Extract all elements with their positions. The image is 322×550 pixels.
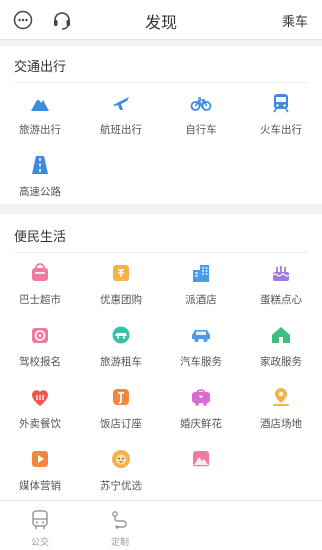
grid-item-label: 高速公路 (19, 186, 61, 198)
grid-item-train[interactable]: 火车出行 (241, 92, 321, 137)
grid-item-bus-supermarket[interactable]: 巴士超市 (0, 262, 80, 307)
grid-item-bicycle[interactable]: 自行车 (161, 92, 241, 137)
shop-basket-icon (32, 263, 48, 281)
grid-item-label: 航班出行 (100, 124, 142, 136)
grid-item-label: 巴士超市 (19, 294, 61, 306)
grid-item-label: 驾校报名 (19, 356, 61, 368)
grid-item-group-buy[interactable]: 优惠团购 (81, 262, 161, 307)
tab-label: 定制 (110, 538, 129, 548)
train-icon (273, 94, 289, 113)
grid-item-label: 饭店订座 (100, 418, 142, 430)
top-bar: 发现 乘车 (0, 0, 322, 40)
bus-icon (32, 510, 48, 529)
coupon-icon (113, 265, 129, 281)
bicycle-icon (190, 97, 212, 111)
route-icon (112, 511, 127, 529)
grid-item-label: 火车出行 (260, 124, 302, 136)
tab-bus[interactable]: 公交 (10, 509, 70, 548)
grid-item-label: 家政服务 (260, 356, 302, 368)
section-title: 便民生活 (14, 230, 67, 245)
tab-custom[interactable]: 定制 (90, 509, 150, 548)
grid-item-takeaway[interactable]: 外卖餐饮 (0, 386, 80, 431)
grid-item-tour-rental[interactable]: 旅游租车 (81, 324, 161, 369)
grid-item-label: 旅游租车 (100, 356, 142, 368)
transport-section: 交通出行 旅游出行 航班出行 自行车 火车出行 高速公路 (0, 46, 322, 204)
grid-item-label: 派酒店 (185, 294, 217, 306)
page-title: 发现 (144, 13, 177, 32)
grid-item-label: 婚庆鲜花 (180, 418, 222, 430)
section-title: 交通出行 (14, 60, 67, 75)
hotel-building-icon (193, 265, 209, 282)
wedding-car-icon (192, 389, 210, 406)
grid-item-highway[interactable]: 高速公路 (0, 154, 80, 199)
grid-item-label: 酒店场地 (260, 418, 302, 430)
grid-item-tourism[interactable]: 旅游出行 (0, 92, 80, 137)
mountain-icon (31, 98, 49, 111)
grid-item-restaurant-booking[interactable]: 饭店订座 (81, 386, 161, 431)
grid-item-label: 媒体营销 (19, 480, 61, 492)
grid-item-hotel-venue[interactable]: 酒店场地 (241, 386, 321, 431)
food-delivery-icon (32, 390, 48, 406)
grid-item-flight[interactable]: 航班出行 (81, 92, 161, 137)
grid-item-wedding-flowers[interactable]: 婚庆鲜花 (161, 386, 241, 431)
lion-icon (112, 450, 130, 468)
highway-icon (32, 156, 48, 174)
tab-label: 公交 (30, 538, 49, 548)
car-icon (192, 330, 210, 342)
divider (14, 252, 308, 253)
house-icon (272, 327, 290, 343)
ride-button[interactable]: 乘车 (282, 11, 308, 30)
grid-item-cake[interactable]: 蛋糕点心 (241, 262, 321, 307)
divider (14, 82, 308, 83)
grid-item-housekeeping[interactable]: 家政服务 (241, 324, 321, 369)
driving-school-icon (32, 328, 48, 343)
grid-item-label: 蛋糕点心 (260, 294, 302, 306)
grid-item-car-service[interactable]: 汽车服务 (161, 324, 241, 369)
grid-item-label: 旅游出行 (19, 124, 61, 136)
grid-item-label: 汽车服务 (180, 356, 222, 368)
cake-icon (272, 266, 290, 281)
globe-car-icon (112, 326, 130, 344)
media-play-icon (32, 451, 48, 467)
grid-item-label: 自行车 (185, 124, 217, 136)
grid-item-driving-school[interactable]: 驾校报名 (0, 324, 80, 369)
grid-item-media-marketing[interactable]: 媒体营销 (0, 448, 80, 493)
grid-item-label: 外卖餐饮 (19, 418, 61, 430)
grid-item-hotel[interactable]: 派酒店 (161, 262, 241, 307)
venue-pin-icon (273, 388, 289, 406)
airplane-icon (113, 97, 129, 110)
restaurant-booking-icon (113, 389, 129, 405)
grid-item-label: 优惠团购 (100, 294, 142, 306)
bottom-tab-bar: 公交 定制 (0, 500, 322, 550)
